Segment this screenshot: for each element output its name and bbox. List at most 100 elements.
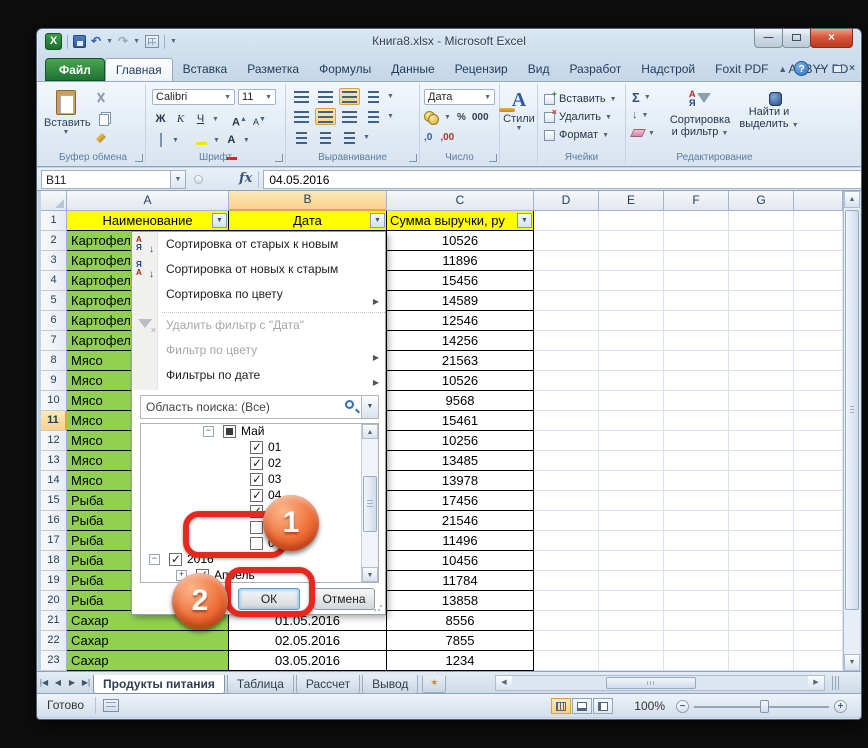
cell-empty[interactable] [794, 651, 843, 671]
cell-empty[interactable] [729, 351, 794, 371]
cell-sum-7[interactable]: 14256 [387, 331, 534, 351]
cell-empty[interactable] [664, 551, 729, 571]
cell-empty[interactable] [664, 331, 729, 351]
merge-dropdown-icon[interactable]: ▼ [387, 113, 394, 120]
tree-item-02[interactable]: 02 [141, 456, 378, 472]
filter-button-a[interactable]: ▼ [212, 213, 227, 228]
column-header-G[interactable]: G [729, 191, 794, 211]
cell-empty[interactable] [599, 231, 664, 251]
cell-name-23[interactable]: Сахар [67, 651, 229, 671]
cell-sum-4[interactable]: 15456 [387, 271, 534, 291]
cell-empty[interactable] [729, 411, 794, 431]
cell-empty[interactable] [794, 411, 843, 431]
font-dialog-launcher[interactable] [275, 154, 283, 162]
cell-date-23[interactable]: 03.05.2016 [229, 651, 387, 671]
row-header-9[interactable]: 9 [41, 371, 67, 391]
increase-decimal-button[interactable]: ,0 [424, 132, 432, 143]
cell-sum-21[interactable]: 8556 [387, 611, 534, 631]
filter-button-c[interactable]: ▼ [517, 213, 532, 228]
column-header-D[interactable]: D [534, 191, 599, 211]
row-header-1[interactable]: 1 [41, 211, 67, 231]
cell-empty[interactable] [729, 571, 794, 591]
cell-sum-3[interactable]: 11896 [387, 251, 534, 271]
column-header-B[interactable]: B [229, 191, 387, 211]
cell-empty[interactable] [599, 571, 664, 591]
fill-color-dropdown-icon[interactable]: ▼ [213, 137, 220, 144]
row-header-2[interactable]: 2 [41, 231, 67, 251]
cell-empty[interactable] [664, 531, 729, 551]
cell-empty[interactable] [794, 591, 843, 611]
cell-sum-20[interactable]: 13858 [387, 591, 534, 611]
row-header-15[interactable]: 15 [41, 491, 67, 511]
cell-sum-17[interactable]: 11496 [387, 531, 534, 551]
cell-empty[interactable] [599, 431, 664, 451]
underline-button[interactable]: Ч [192, 111, 209, 127]
increase-indent-button[interactable] [315, 129, 336, 146]
select-all-corner[interactable] [41, 191, 67, 211]
cell-empty[interactable] [729, 651, 794, 671]
cell-empty[interactable] [664, 611, 729, 631]
workbook-minimize-icon[interactable]: — [816, 62, 826, 76]
cell-empty[interactable] [534, 371, 599, 391]
cell-empty[interactable] [599, 491, 664, 511]
cell-empty[interactable] [599, 591, 664, 611]
cell-empty[interactable] [664, 271, 729, 291]
cell-empty[interactable] [599, 531, 664, 551]
cell-sum-22[interactable]: 7855 [387, 631, 534, 651]
cell-empty[interactable] [664, 351, 729, 371]
cell-empty[interactable] [794, 391, 843, 411]
clear-button[interactable]: ▼ [632, 124, 655, 142]
cell-empty[interactable] [729, 231, 794, 251]
filter-search-box[interactable]: Область поиска: (Все) ▼ [140, 395, 379, 419]
cell-empty[interactable] [534, 571, 599, 591]
cell-empty[interactable] [534, 411, 599, 431]
cell-empty[interactable] [534, 471, 599, 491]
fill-button[interactable]: ↓▼ [632, 106, 655, 124]
font-color-button[interactable]: А [223, 132, 240, 148]
horizontal-scrollbar[interactable]: ◀ ▶ [495, 675, 825, 691]
sheet-tab-вывод[interactable]: Вывод [362, 675, 418, 694]
format-cells-button[interactable]: Формат▼ [544, 126, 617, 144]
ribbon-tab-главная[interactable]: Главная [105, 58, 173, 81]
last-sheet-icon[interactable]: ▶| [79, 678, 93, 687]
cell-sum-13[interactable]: 13485 [387, 451, 534, 471]
tree-item-03[interactable]: 03 [141, 472, 378, 488]
align-bottom-button[interactable] [339, 88, 360, 105]
row-header-10[interactable]: 10 [41, 391, 67, 411]
cell-empty[interactable] [664, 591, 729, 611]
cell-empty[interactable] [729, 611, 794, 631]
sheet-tab-таблица[interactable]: Таблица [227, 675, 294, 694]
cell-empty[interactable] [794, 371, 843, 391]
tree-item-04[interactable]: 04 [141, 488, 378, 504]
find-select-button[interactable]: Найти и выделить ▼ [738, 90, 800, 132]
align-top-button[interactable] [291, 88, 312, 105]
cancel-button[interactable]: Отмена [313, 588, 375, 610]
cell-empty[interactable] [599, 211, 664, 231]
underline-dropdown-icon[interactable]: ▼ [212, 116, 219, 123]
cell-empty[interactable] [534, 651, 599, 671]
accounting-dropdown-icon[interactable]: ▼ [444, 114, 451, 121]
cell-sum-14[interactable]: 13978 [387, 471, 534, 491]
cell-empty[interactable] [664, 311, 729, 331]
cell-empty[interactable] [534, 491, 599, 511]
cell-empty[interactable] [794, 471, 843, 491]
cell-empty[interactable] [599, 611, 664, 631]
row-header-23[interactable]: 23 [41, 651, 67, 671]
collapse-icon[interactable]: − [149, 554, 160, 565]
tree-scrollbar[interactable]: ▲ ▼ [361, 424, 378, 582]
insert-cells-button[interactable]: Вставить▼ [544, 90, 617, 108]
close-button[interactable]: × [810, 29, 853, 48]
cell-sum-10[interactable]: 9568 [387, 391, 534, 411]
cell-empty[interactable] [794, 511, 843, 531]
zoom-in-button[interactable]: + [834, 700, 847, 713]
search-dropdown-icon[interactable]: ▼ [361, 396, 378, 418]
row-header-7[interactable]: 7 [41, 331, 67, 351]
sheet-tab-продукты-питания[interactable]: Продукты питания [93, 675, 225, 694]
wrap-dropdown-icon[interactable]: ▼ [363, 134, 370, 141]
cell-empty[interactable] [729, 271, 794, 291]
cell-empty[interactable] [599, 251, 664, 271]
row-header-16[interactable]: 16 [41, 511, 67, 531]
cell-empty[interactable] [534, 631, 599, 651]
column-header-E[interactable]: E [599, 191, 664, 211]
styles-button[interactable]: А Стили ▼ [497, 87, 541, 151]
